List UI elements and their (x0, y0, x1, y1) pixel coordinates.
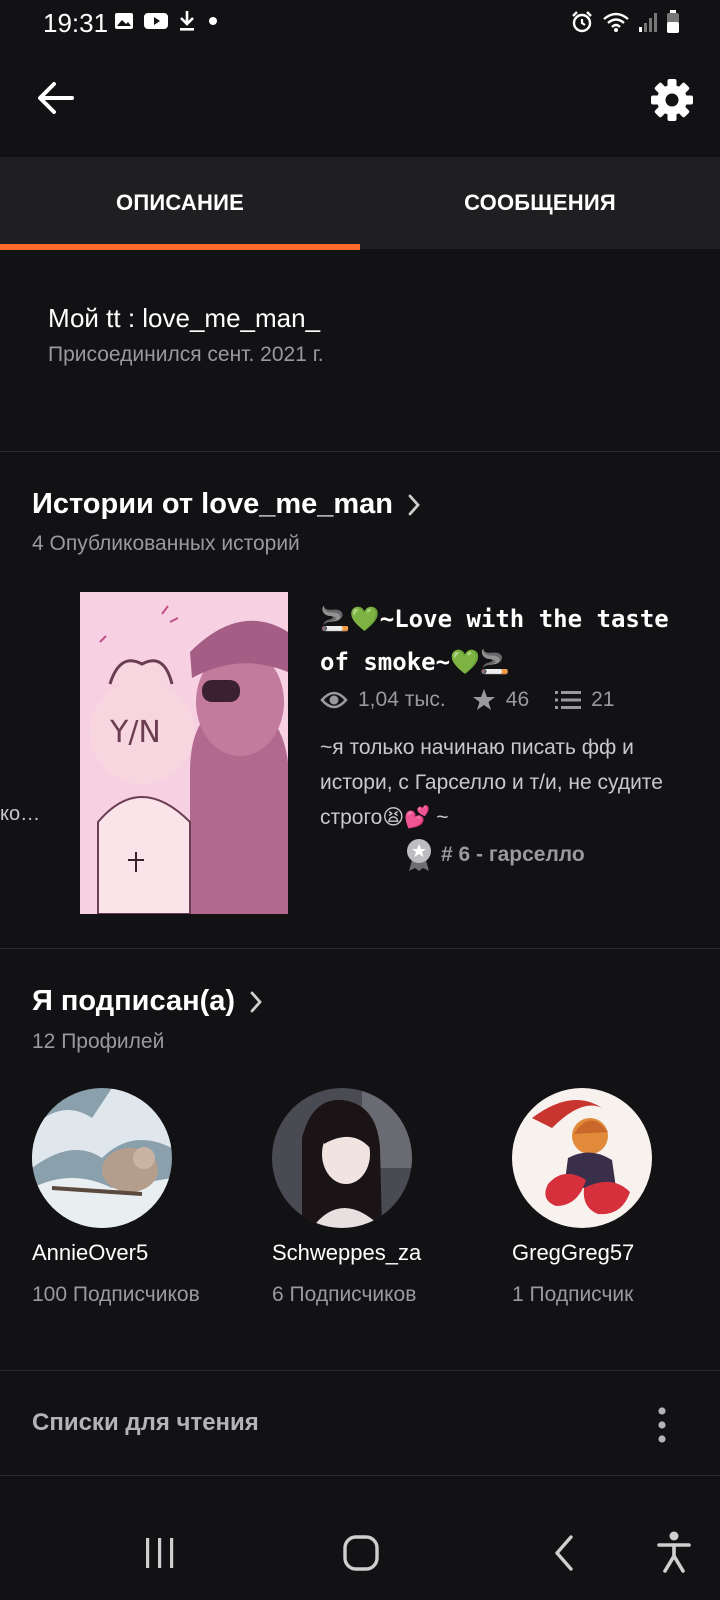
more-vertical-icon[interactable] (655, 1405, 669, 1445)
profile-followers: 100 Подписчиков (32, 1283, 200, 1306)
profile-followers: 6 Подписчиков (272, 1283, 417, 1306)
divider (0, 1475, 720, 1476)
stories-header[interactable]: Истории от love_me_man (32, 488, 421, 521)
stories-count: 4 Опубликованных историй (32, 532, 300, 555)
recent-apps-icon[interactable] (143, 1536, 177, 1570)
status-bar: 19:31 (0, 0, 720, 46)
profile-name[interactable]: AnnieOver5 (32, 1240, 148, 1266)
profile-name[interactable]: Schweppes_za (272, 1240, 421, 1266)
signal-icon (639, 13, 657, 32)
divider (0, 451, 720, 452)
app-bar (0, 46, 720, 156)
list-icon (555, 691, 582, 709)
parts-count: 21 (591, 688, 615, 711)
tab-description[interactable]: ОПИСАНИЕ (0, 157, 360, 249)
system-nav-bar (0, 1500, 720, 1600)
divider (0, 1370, 720, 1371)
active-tab-indicator (0, 244, 360, 250)
status-time: 19:31 (43, 8, 109, 38)
following-count: 12 Профилей (32, 1030, 165, 1053)
view-count: 1,04 тыс. (358, 688, 446, 711)
back-arrow-icon[interactable] (36, 78, 76, 118)
home-icon[interactable] (342, 1534, 380, 1572)
wifi-icon (603, 12, 629, 32)
notification-dot-icon (209, 17, 217, 25)
rank-text: # 6 - гарселло (441, 843, 585, 866)
battery-icon (667, 10, 679, 33)
eye-icon (320, 691, 348, 709)
vote-count: 46 (505, 688, 530, 711)
story-rank: # 6 - гарселло (405, 838, 585, 872)
download-icon (180, 11, 194, 31)
story-title[interactable]: 🚬💚~Love with the taste of smoke~💚🚬 (320, 598, 680, 684)
svg-text:Y/N: Y/N (109, 715, 161, 750)
chevron-right-icon (408, 494, 420, 515)
stories-title: Истории от love_me_man (32, 488, 394, 520)
ranking-badge-icon (407, 839, 431, 871)
settings-gear-icon[interactable] (650, 78, 694, 122)
tab-messages[interactable]: СООБЩЕНИЯ (360, 157, 720, 249)
avatar[interactable] (512, 1088, 652, 1228)
story-stats: 1,04 тыс. 46 21 (320, 688, 614, 712)
profile-name[interactable]: GregGreg57 (512, 1240, 634, 1266)
gallery-icon (115, 13, 133, 29)
reading-lists-title[interactable]: Списки для чтения (32, 1409, 259, 1437)
star-icon (472, 689, 495, 710)
youtube-icon (144, 13, 168, 29)
divider (0, 948, 720, 949)
avatar[interactable] (272, 1088, 412, 1228)
story-cover-image[interactable]: Y/N (80, 592, 288, 914)
accessibility-icon[interactable] (656, 1530, 692, 1574)
alarm-icon (572, 11, 592, 33)
following-header[interactable]: Я подписан(а) (32, 985, 263, 1018)
previous-story-peek[interactable]: ко… (0, 803, 40, 826)
story-description: ~я только начинаю писать фф и истори, с … (320, 736, 663, 829)
profile-followers: 1 Подписчик (512, 1283, 634, 1306)
tab-bar: ОПИСАНИЕ СООБЩЕНИЯ (0, 157, 720, 249)
joined-date: Присоединился сент. 2021 г. (48, 343, 324, 366)
about-text: Мой tt : love_me_man_ (48, 303, 321, 333)
following-title: Я подписан(а) (32, 985, 236, 1017)
chevron-right-icon (250, 991, 262, 1012)
avatar[interactable] (32, 1088, 172, 1228)
back-nav-icon[interactable] (552, 1534, 576, 1572)
